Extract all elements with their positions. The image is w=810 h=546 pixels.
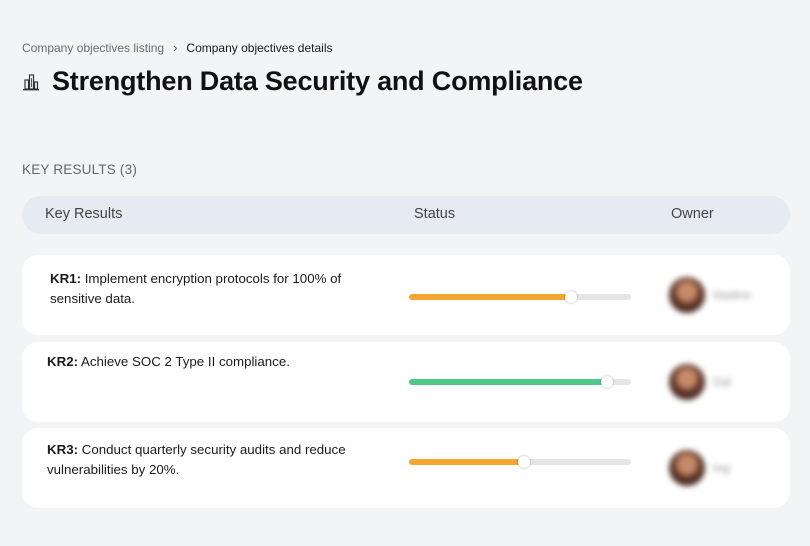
key-result-text: KR3: Conduct quarterly security audits a… <box>47 440 377 480</box>
key-result-description: Conduct quarterly security audits and re… <box>47 442 346 477</box>
progress-knob[interactable] <box>600 376 613 388</box>
avatar <box>669 364 705 400</box>
title-row: Strengthen Data Security and Compliance <box>22 66 583 97</box>
key-result-row-1[interactable]: KR1: Implement encryption protocols for … <box>22 255 790 335</box>
page-title: Strengthen Data Security and Compliance <box>52 66 583 96</box>
column-header-owner[interactable]: Owner <box>671 206 714 222</box>
key-results-section-label: KEY RESULTS (3) <box>22 162 138 177</box>
key-result-id: KR1: <box>50 271 82 286</box>
key-result-text: KR2: Achieve SOC 2 Type II compliance. <box>47 352 377 372</box>
breadcrumb-parent-link[interactable]: Company objectives listing <box>22 41 164 55</box>
key-result-text: KR1: Implement encryption protocols for … <box>50 269 380 309</box>
owner-name: Dal <box>713 375 732 389</box>
key-results-table-header: Key Results Status Owner <box>22 196 790 234</box>
progress-fill <box>409 379 607 385</box>
progress-bar <box>409 456 631 468</box>
chevron-right-icon: › <box>173 40 178 55</box>
owner[interactable]: Dal <box>669 364 731 400</box>
owner-name: Ing <box>713 461 730 475</box>
key-result-row-2[interactable]: KR2: Achieve SOC 2 Type II compliance. D… <box>22 342 790 422</box>
breadcrumb: Company objectives listing › Company obj… <box>22 40 333 55</box>
owner[interactable]: Ing <box>669 450 730 486</box>
key-result-description: Implement encryption protocols for 100% … <box>50 271 342 306</box>
avatar <box>669 277 705 313</box>
progress-fill <box>409 459 525 465</box>
key-result-id: KR2: <box>47 354 79 369</box>
column-header-key-results[interactable]: Key Results <box>45 206 122 222</box>
progress-fill <box>409 294 572 300</box>
column-header-status[interactable]: Status <box>414 206 455 222</box>
owner[interactable]: Nadine <box>669 277 751 313</box>
breadcrumb-current: Company objectives details <box>186 40 333 55</box>
progress-knob[interactable] <box>518 456 531 468</box>
key-result-description: Achieve SOC 2 Type II compliance. <box>81 354 290 369</box>
progress-knob[interactable] <box>565 291 578 303</box>
avatar <box>669 450 705 486</box>
progress-bar <box>409 376 631 388</box>
key-result-id: KR3: <box>47 442 79 457</box>
owner-name: Nadine <box>713 288 752 302</box>
progress-bar <box>409 291 631 303</box>
building-icon <box>22 73 40 91</box>
key-result-row-3[interactable]: KR3: Conduct quarterly security audits a… <box>22 428 790 508</box>
